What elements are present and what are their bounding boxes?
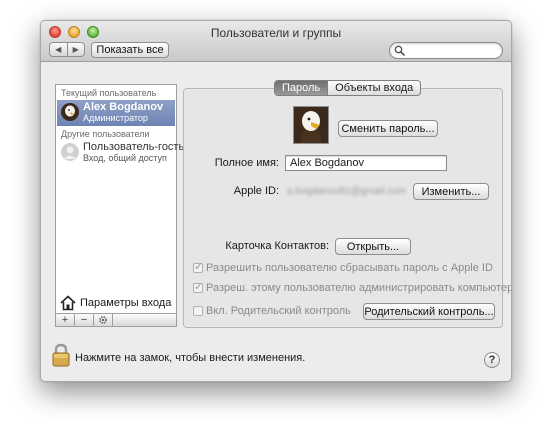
guest-user-role: Вход, общий доступ	[83, 153, 167, 163]
window-title: Пользователи и группы	[210, 26, 342, 40]
other-users-header: Другие пользователи	[61, 129, 150, 139]
title-bar: Пользователи и группы ◀ ▶ Показать все	[41, 21, 511, 62]
lock-icon[interactable]	[51, 343, 71, 370]
allow-admin-label: Разреш. этому пользователю администриров…	[206, 282, 512, 294]
add-user-button[interactable]: +	[56, 314, 75, 326]
apple-id-label: Apple ID:	[233, 185, 279, 197]
user-row-guest[interactable]: Пользователь-гость Вход, общий доступ	[57, 140, 184, 166]
tab-bar: Пароль Объекты входа	[274, 80, 422, 96]
tab-password[interactable]: Пароль	[275, 81, 328, 95]
contact-card-label: Карточка Контактов:	[225, 240, 329, 252]
users-groups-window: Пользователи и группы ◀ ▶ Показать все Т…	[40, 20, 512, 382]
lock-message: Нажмите на замок, чтобы внести изменения…	[75, 352, 306, 364]
open-contact-card-button[interactable]: Открыть...	[335, 238, 411, 255]
sidebar-toolbar: + −	[55, 313, 177, 327]
login-options-label: Параметры входа	[80, 297, 172, 309]
parental-control-checkbox[interactable]	[193, 306, 203, 316]
change-apple-id-button[interactable]: Изменить...	[413, 183, 489, 200]
guest-user-name: Пользователь-гость	[83, 141, 185, 153]
tab-login-items[interactable]: Объекты входа	[327, 81, 420, 95]
remove-user-button[interactable]: −	[75, 314, 94, 326]
magnifier-icon	[394, 45, 405, 56]
current-user-role: Администратор	[83, 113, 148, 123]
show-all-button[interactable]: Показать все	[91, 42, 169, 58]
back-button[interactable]: ◀	[50, 43, 68, 56]
generic-user-icon	[61, 143, 79, 161]
search-input[interactable]	[389, 42, 503, 59]
current-user-name: Alex Bogdanov	[83, 101, 164, 113]
back-forward-control: ◀ ▶	[49, 42, 85, 57]
house-icon	[60, 295, 76, 311]
user-photo[interactable]	[293, 106, 329, 144]
current-user-header: Текущий пользователь	[61, 88, 157, 98]
allow-admin-checkbox[interactable]: ✓	[193, 281, 203, 293]
eagle-avatar	[61, 103, 79, 121]
users-list: Текущий пользователь Alex Bogdanov Админ…	[55, 84, 184, 326]
parental-control-label: Вкл. Родительский контроль	[206, 305, 351, 317]
help-button[interactable]: ?	[484, 352, 500, 368]
apple-id-value: a.bogdanov91@gmail.com	[287, 186, 407, 197]
allow-reset-checkbox[interactable]: ✓	[193, 261, 203, 273]
allow-reset-label: Разрешить пользователю сбрасывать пароль…	[206, 262, 493, 274]
forward-button[interactable]: ▶	[68, 43, 85, 56]
parental-controls-button[interactable]: Родительский контроль...	[363, 303, 495, 320]
change-password-button[interactable]: Сменить пароль...	[338, 120, 438, 137]
action-menu-button[interactable]	[94, 314, 113, 326]
user-row-alex[interactable]: Alex Bogdanov Администратор	[57, 100, 175, 126]
full-name-label: Полное имя:	[214, 157, 279, 169]
gear-icon	[99, 316, 107, 324]
login-options-item[interactable]: Параметры входа	[58, 295, 176, 311]
full-name-field[interactable]: Alex Bogdanov	[285, 155, 447, 171]
